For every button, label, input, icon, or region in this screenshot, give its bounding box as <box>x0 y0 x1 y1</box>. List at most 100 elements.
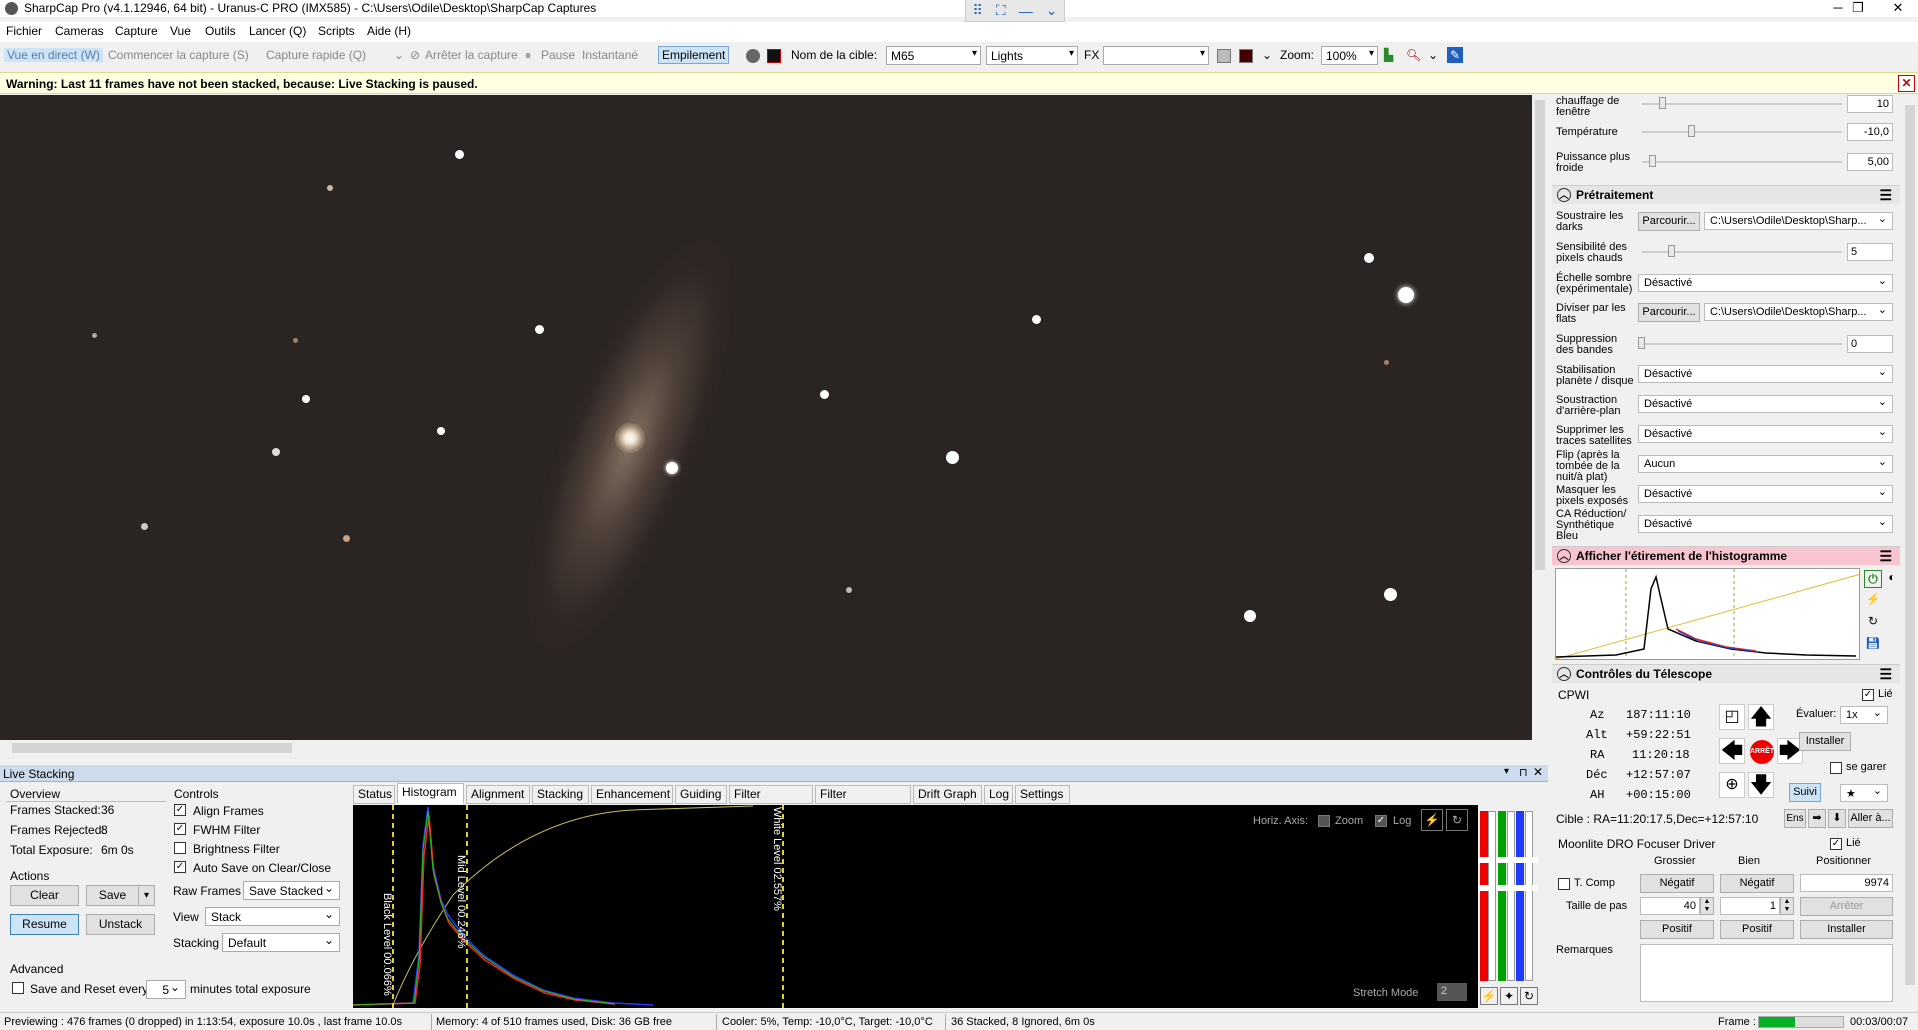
install-focuser-button[interactable]: Installer <box>1800 920 1893 939</box>
spin-icon[interactable]: ▲ ▼ <box>1700 897 1714 915</box>
coarse-negative-button[interactable]: Négatif <box>1640 874 1714 893</box>
menu-scripts[interactable]: Scripts <box>318 24 355 38</box>
rate-combo[interactable]: 1x <box>1840 706 1888 724</box>
flats-path-combo[interactable]: C:\Users\Odile\Desktop\Sharp... <box>1704 303 1893 321</box>
bandes-slider[interactable] <box>1642 343 1842 345</box>
echelle-combo[interactable]: Désactivé <box>1638 274 1893 292</box>
collapse-icon[interactable]: ︿ <box>1557 188 1571 202</box>
fwhm-checkbox[interactable]: ✓ <box>174 823 186 835</box>
menu-aide[interactable]: Aide (H) <box>367 24 411 38</box>
chevron-down-icon[interactable]: ▾ <box>138 885 155 906</box>
pin-icon[interactable]: ⊓ <box>1519 766 1528 779</box>
clear-button[interactable]: Clear <box>10 885 79 906</box>
close-icon[interactable]: ✕ <box>1898 75 1915 92</box>
next-icon[interactable]: ➡ <box>1808 809 1826 828</box>
slider-knob[interactable] <box>1659 97 1666 109</box>
fine-step-input[interactable]: 1 <box>1720 897 1780 915</box>
park-checkbox[interactable] <box>1830 762 1842 774</box>
magnifier-icon[interactable]: 🔍︎ <box>1406 48 1421 62</box>
unstack-button[interactable]: Unstack <box>86 914 155 935</box>
slider-knob[interactable] <box>1638 337 1645 349</box>
stretch-mode-combo[interactable]: 2 <box>1437 983 1467 1001</box>
tab-log[interactable]: Log <box>984 785 1013 804</box>
spiral-search-icon[interactable]: ◰ <box>1719 704 1745 730</box>
red-level-slider[interactable] <box>1480 811 1488 981</box>
puissance-slider[interactable] <box>1642 161 1842 163</box>
dark-frame-icon[interactable] <box>746 49 760 63</box>
scrollbar-thumb[interactable] <box>1535 100 1545 570</box>
temperature-value[interactable]: -10,0 <box>1847 123 1893 141</box>
save-reset-checkbox[interactable] <box>12 982 24 994</box>
tab-settings[interactable]: Settings <box>1015 785 1070 804</box>
tab-guiding[interactable]: Guiding <box>675 785 727 804</box>
telescope-header[interactable]: ︿ Contrôles du Télescope ☰ <box>1552 664 1900 683</box>
menu-icon[interactable]: ☰ <box>1879 547 1892 565</box>
panel-scrollbar[interactable] <box>1902 95 1918 1010</box>
stacking-combo[interactable]: Default <box>222 933 340 952</box>
menu-icon[interactable]: ☰ <box>1879 665 1892 683</box>
stab-combo[interactable]: Désactivé <box>1638 365 1893 383</box>
fine-positive-button[interactable]: Positif <box>1720 920 1794 939</box>
chevron-down-icon[interactable]: ⌄ <box>1262 48 1272 62</box>
collapse-icon[interactable]: ︿ <box>1557 667 1571 681</box>
histogram-icon[interactable]: ▙ <box>1384 48 1393 62</box>
power-icon[interactable]: ⏻ <box>1864 570 1882 588</box>
lightning-icon[interactable]: ⚡ <box>1421 809 1443 831</box>
coarse-step-input[interactable]: 40 <box>1640 897 1700 915</box>
puissance-value[interactable]: 5,00 <box>1847 153 1893 171</box>
darks-path-combo[interactable]: C:\Users\Odile\Desktop\Sharp... <box>1704 212 1893 230</box>
chevron-down-icon[interactable]: ⌄ <box>394 48 404 62</box>
red-swatch-icon[interactable] <box>1239 49 1253 63</box>
black-handles[interactable] <box>1478 885 1538 891</box>
red-frame-icon[interactable] <box>767 49 781 63</box>
chauffage-slider[interactable] <box>1642 103 1842 105</box>
brightness-checkbox[interactable] <box>174 842 186 854</box>
grid-icon[interactable]: ⠿ <box>973 2 983 19</box>
snapshot-button[interactable]: Instantané <box>582 48 638 62</box>
menu-outils[interactable]: Outils <box>205 24 236 38</box>
quick-capture-button[interactable]: Capture rapide (Q) <box>266 48 366 62</box>
notes-textarea[interactable] <box>1640 944 1893 1002</box>
goto-button[interactable]: Aller à... <box>1848 809 1893 828</box>
spin-icon[interactable]: ▲ ▼ <box>1780 897 1794 915</box>
scrollbar-thumb[interactable] <box>12 743 292 753</box>
tab-status[interactable]: Status <box>353 785 395 804</box>
fullscreen-icon[interactable]: ⛶ <box>996 2 1006 19</box>
autosave-checkbox[interactable]: ✓ <box>174 861 186 873</box>
menu-capture[interactable]: Capture <box>115 24 158 38</box>
slider-knob[interactable] <box>1649 155 1656 167</box>
collapse-icon[interactable]: ︿ <box>1557 549 1571 563</box>
tab-stacking[interactable]: Stacking <box>532 785 589 804</box>
north-arrow-button[interactable]: 🡅 <box>1748 704 1774 730</box>
tcomp-checkbox[interactable] <box>1558 878 1570 890</box>
save-target-button[interactable]: Ens <box>1784 809 1806 828</box>
ca-combo[interactable]: Désactivé <box>1638 515 1893 533</box>
flip-combo[interactable]: Aucun <box>1638 455 1893 473</box>
live-view-button[interactable]: Vue en direct (W) <box>4 48 103 62</box>
mount-connected-checkbox[interactable]: ✓ <box>1862 689 1874 701</box>
zoom-checkbox[interactable] <box>1318 815 1330 827</box>
resume-button[interactable]: Resume <box>10 914 79 935</box>
start-capture-button[interactable]: Commencer la capture (S) <box>108 48 249 62</box>
histogram-stretch-header[interactable]: ︿ Afficher l'étirement de l'histogramme … <box>1552 546 1900 565</box>
mid-handles[interactable] <box>1478 857 1538 863</box>
target-name-combo[interactable]: M65 <box>886 46 981 65</box>
stop-capture-button[interactable]: Arrêter la capture <box>425 48 518 62</box>
menu-fichier[interactable]: Fichier <box>6 24 42 38</box>
contrast-icon[interactable]: ◐ <box>1884 570 1900 588</box>
floating-toolbar[interactable]: ⠿ ⛶ — ⌄ <box>965 0 1065 22</box>
sensibilite-value[interactable]: 5 <box>1847 243 1893 261</box>
frame-type-combo[interactable]: Lights <box>986 46 1078 65</box>
pin-icon[interactable]: ✎ <box>1447 47 1463 63</box>
masquer-combo[interactable]: Désactivé <box>1638 485 1893 503</box>
minus-icon[interactable]: — <box>1019 3 1033 19</box>
focuser-position-input[interactable]: 9974 <box>1800 874 1893 892</box>
coarse-positive-button[interactable]: Positif <box>1640 920 1714 939</box>
stop-mount-button[interactable]: ARRÊTE <box>1750 740 1779 764</box>
west-arrow-button[interactable]: 🡄 <box>1719 738 1745 764</box>
down-icon[interactable]: ⬇ <box>1828 809 1846 828</box>
chevron-down-icon[interactable]: ⌄ <box>1046 2 1058 19</box>
menu-lancer[interactable]: Lancer (Q) <box>249 24 306 38</box>
histogram-stretch-graph[interactable] <box>1555 568 1860 660</box>
view-combo[interactable]: Stack <box>205 907 340 926</box>
